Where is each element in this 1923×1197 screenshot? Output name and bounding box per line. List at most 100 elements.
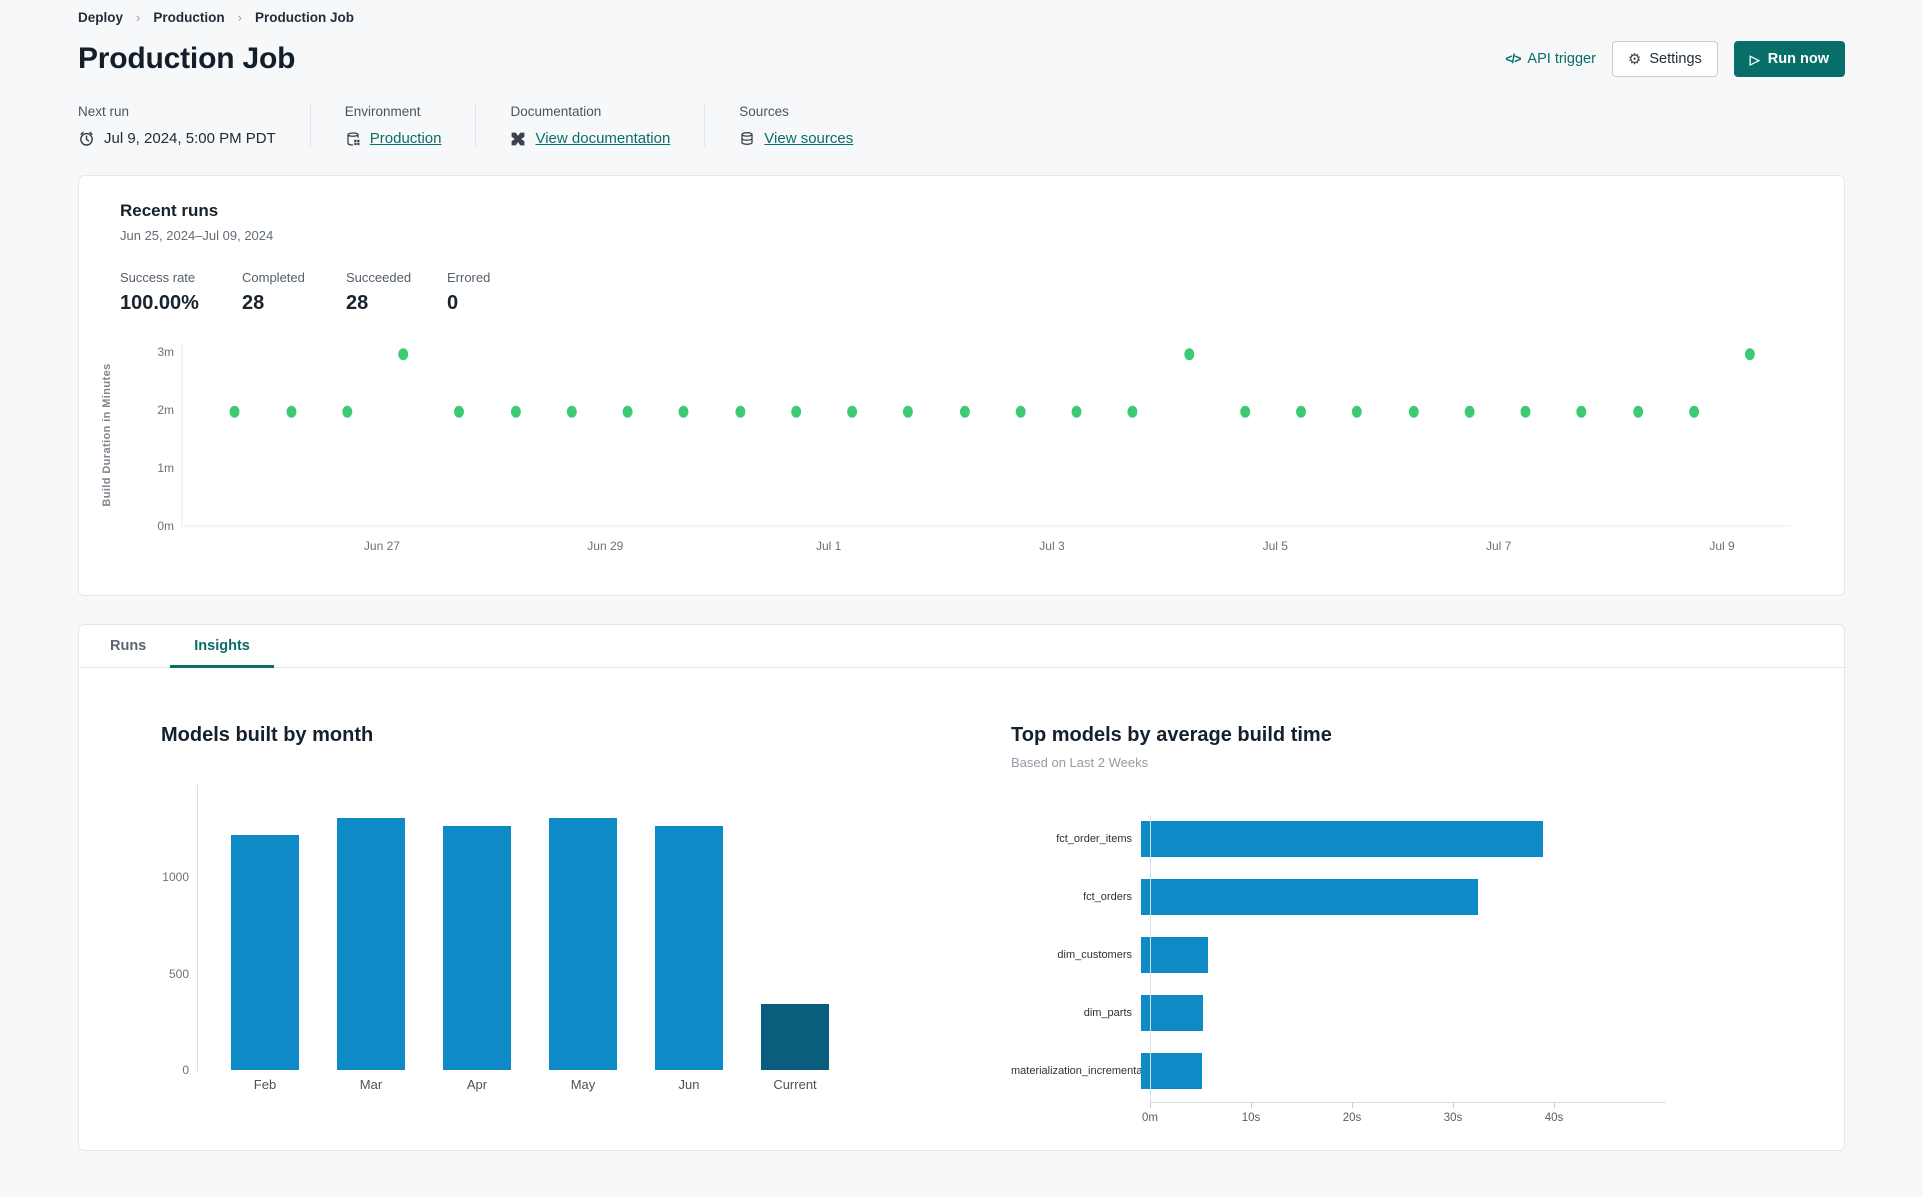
stat-value: 28 xyxy=(242,292,265,314)
view-sources-link[interactable]: View sources xyxy=(764,130,853,147)
models-built-by-month-chart: Models built by month 0 500 1000 Feb Mar Apr… xyxy=(161,724,1011,1132)
models-by-month-plot[interactable]: 0 500 1000 Feb Mar Apr May Jun Current xyxy=(161,785,861,1102)
x-axis-labels: Feb Mar Apr May Jun Current xyxy=(198,1077,848,1092)
bar-jun[interactable] xyxy=(655,826,723,1070)
x-category-label: Feb xyxy=(253,1077,277,1092)
run-data-point[interactable] xyxy=(1071,405,1082,418)
recent-runs-title: Recent runs xyxy=(120,201,219,220)
run-data-point[interactable] xyxy=(454,405,464,418)
run-data-point[interactable] xyxy=(510,405,521,418)
top-models-plot[interactable]: fct_order_items fct_orders dim_customersdi… xyxy=(1011,810,1791,1132)
x-category-label: May xyxy=(570,1077,596,1092)
stat-value: 0 xyxy=(447,292,459,314)
recent-runs-card: Recent runs Jun 25, 2024–Jul 09, 2024 Su… xyxy=(78,175,1845,596)
run-data-point[interactable] xyxy=(566,405,577,418)
run-data-point[interactable] xyxy=(1689,405,1700,418)
svg-text:Jul 3: Jul 3 xyxy=(1039,539,1065,553)
run-data-point[interactable] xyxy=(735,405,746,418)
run-data-point[interactable] xyxy=(622,405,633,418)
run-data-point[interactable] xyxy=(1184,348,1195,361)
model-label: fct_orders xyxy=(1083,891,1132,903)
svg-text:Jul 7: Jul 7 xyxy=(1486,539,1512,553)
settings-label: Settings xyxy=(1649,51,1702,67)
run-data-point[interactable] xyxy=(398,348,409,361)
breadcrumb-item-deploy[interactable]: Deploy xyxy=(78,10,123,25)
run-data-point[interactable] xyxy=(902,405,913,418)
x-tick-label: 40s xyxy=(1544,1112,1564,1124)
job-detail-card: Runs Insights Models built by month 0 500… xyxy=(78,624,1845,1151)
svg-text:2m: 2m xyxy=(157,403,174,417)
bar-feb[interactable] xyxy=(231,835,299,1070)
run-data-point[interactable] xyxy=(678,405,689,418)
run-data-point[interactable] xyxy=(1015,405,1026,418)
bar-mar[interactable] xyxy=(337,818,405,1070)
api-trigger-link[interactable]: </> API trigger xyxy=(1505,51,1596,67)
next-run-value: Jul 9, 2024, 5:00 PM PDT xyxy=(104,130,276,147)
tab-insights[interactable]: Insights xyxy=(170,625,274,668)
bar-may[interactable] xyxy=(549,818,617,1070)
x-category-label: Apr xyxy=(466,1077,488,1092)
svg-text:Jul 1: Jul 1 xyxy=(816,539,842,553)
run-data-point[interactable] xyxy=(791,405,802,418)
build-duration-scatter-chart[interactable]: 0m 1m 2m 3m Jun 27 Jun 29 Jul 1 Jul 3 Jul 5 Jul 7… xyxy=(96,333,1796,573)
hbar-row: dim_customers xyxy=(1011,926,1791,984)
run-data-point[interactable] xyxy=(229,405,240,418)
settings-button[interactable]: ⚙ Settings xyxy=(1611,41,1718,77)
job-meta-row: Next run Jul 9, 2024, 5:00 PM PDT Enviro… xyxy=(78,104,1845,147)
y-axis-ticks: 0 500 1000 xyxy=(161,785,191,1102)
run-data-point[interactable] xyxy=(1408,405,1419,418)
bar-slot xyxy=(318,785,424,1070)
run-data-point[interactable] xyxy=(1744,348,1755,361)
run-data-point[interactable] xyxy=(1520,405,1531,418)
play-icon: ▷ xyxy=(1749,51,1760,67)
y-tick-label: 0 xyxy=(182,1063,189,1077)
run-data-point[interactable] xyxy=(847,405,858,418)
svg-text:3m: 3m xyxy=(157,345,174,359)
sources-label: Sources xyxy=(739,104,789,119)
model-label: dim_parts xyxy=(1083,1007,1132,1019)
run-now-label: Run now xyxy=(1767,51,1829,67)
x-tick-mark xyxy=(1251,1103,1252,1108)
stat-completed: Completed 28 xyxy=(242,270,346,315)
view-documentation-link[interactable]: View documentation xyxy=(535,130,670,147)
y-tick-label: 1000 xyxy=(162,870,189,885)
y-tick-label: 500 xyxy=(168,966,189,981)
meta-environment: Environment Production xyxy=(309,104,476,147)
breadcrumb-item-production-job: Production Job xyxy=(254,10,354,25)
run-data-point[interactable] xyxy=(1633,405,1644,418)
run-now-button[interactable]: ▷ Run now xyxy=(1733,41,1845,77)
environment-link[interactable]: Production xyxy=(370,130,442,147)
run-data-point[interactable] xyxy=(959,405,970,418)
bar-fct_order_items[interactable] xyxy=(1141,821,1543,857)
run-data-point[interactable] xyxy=(1240,405,1251,418)
bar-dim_customers[interactable] xyxy=(1141,937,1208,973)
model-label: dim_customers xyxy=(1057,949,1132,961)
hbar-row: fct_order_items xyxy=(1011,810,1791,868)
run-data-point[interactable] xyxy=(286,405,297,418)
run-data-point[interactable] xyxy=(1127,405,1138,418)
stat-errored: Errored 0 xyxy=(447,270,537,315)
tab-runs[interactable]: Runs xyxy=(86,625,170,668)
alarm-clock-icon xyxy=(78,130,95,147)
stat-label: Succeeded xyxy=(346,270,412,285)
bar-fct_orders[interactable] xyxy=(1141,879,1478,915)
run-data-point[interactable] xyxy=(1296,405,1306,418)
production-job-page: Deploy › Production › Production Job Pro… xyxy=(0,0,1923,1197)
x-tick-label: 20s xyxy=(1342,1112,1362,1124)
model-label: materialization_incremental xyxy=(1011,1065,1145,1077)
bar-current[interactable] xyxy=(761,1004,829,1070)
bar-apr[interactable] xyxy=(443,826,511,1070)
header-actions: </> API trigger ⚙ Settings ▷ Run now xyxy=(1505,41,1845,77)
x-tick-label: 0m xyxy=(1142,1112,1158,1124)
run-data-point[interactable] xyxy=(1576,405,1587,418)
run-data-point[interactable] xyxy=(1464,405,1475,418)
meta-documentation: Documentation View documentation xyxy=(475,104,704,147)
breadcrumb-item-production[interactable]: Production xyxy=(153,10,224,25)
top-models-subtitle: Based on Last 2 Weeks xyxy=(1011,755,1149,770)
run-data-point[interactable] xyxy=(1351,405,1362,418)
next-run-label: Next run xyxy=(78,104,130,119)
run-data-point[interactable] xyxy=(342,405,353,418)
hbar-row: materialization_incremental xyxy=(1011,1042,1791,1100)
stat-success-rate: Success rate 100.00% xyxy=(120,270,242,315)
hbar-row: dim_parts xyxy=(1011,984,1791,1042)
